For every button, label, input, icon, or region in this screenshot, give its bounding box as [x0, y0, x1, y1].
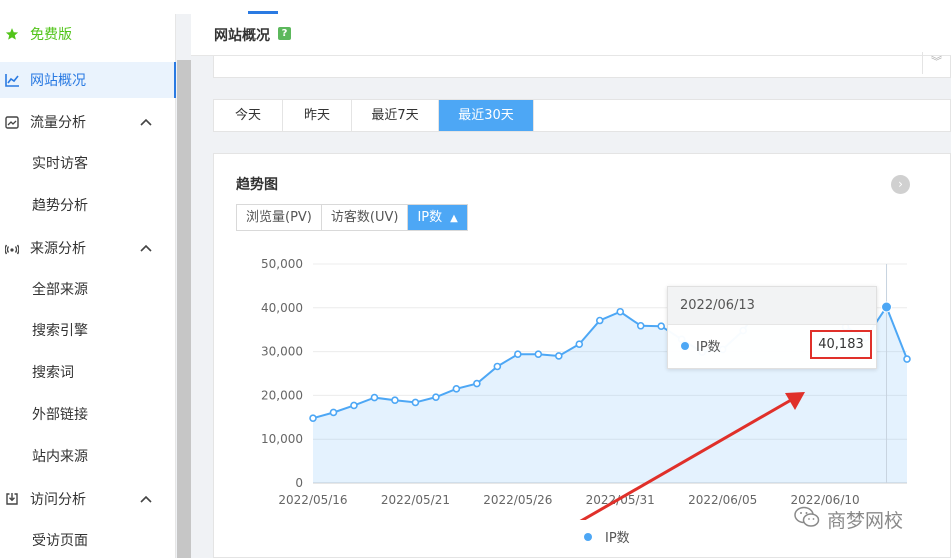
data-point	[391, 396, 399, 405]
x-tick-label: 2022/05/26	[483, 493, 552, 507]
page-title: 网站概况	[214, 28, 270, 44]
sidebar-item-label: 受访页面	[32, 533, 88, 549]
sidebar-item-label: 搜索引擎	[32, 323, 88, 339]
metric-tab-ip[interactable]: IP数 ▲	[408, 205, 467, 230]
page-header: 网站概况 ?	[191, 14, 951, 56]
sidebar-item-visited-pages[interactable]: 受访页面	[0, 522, 176, 558]
sidebar-item-label: 网站概况	[30, 73, 86, 89]
sidebar-item-trend-analysis[interactable]: 趋势分析	[0, 187, 176, 223]
sidebar-item-search-terms[interactable]: 搜索词	[0, 354, 176, 390]
data-point	[329, 408, 338, 417]
data-point	[411, 398, 420, 407]
data-point-highlighted	[881, 301, 893, 313]
data-point	[432, 393, 440, 401]
x-tick-label: 2022/06/05	[688, 493, 757, 507]
sidebar-item-free-edition[interactable]: 免费版	[0, 16, 176, 52]
x-tick-label: 2022/06/10	[790, 493, 859, 507]
sidebar-item-search-engines[interactable]: 搜索引擎	[0, 312, 176, 348]
metric-tab-label: IP数	[417, 210, 443, 225]
metric-tab-uv[interactable]: 访客数(UV)	[322, 205, 409, 230]
y-tick-label: 50,000	[261, 257, 303, 271]
sidebar-item-label: 流量分析	[30, 115, 86, 131]
sidebar-item-source-analysis[interactable]: 来源分析	[0, 230, 176, 266]
sidebar-item-label: 访问分析	[30, 492, 86, 508]
chevron-up-icon	[140, 240, 154, 256]
data-point	[554, 352, 563, 360]
x-tick-label: 2022/05/21	[381, 493, 450, 507]
y-tick-label: 30,000	[261, 345, 303, 359]
data-point	[309, 414, 317, 422]
sidebar-item-label: 趋势分析	[32, 198, 88, 214]
data-point	[473, 379, 481, 388]
metric-tabs: 浏览量(PV) 访客数(UV) IP数 ▲	[236, 204, 468, 231]
tooltip-value-highlight: 40,183	[810, 330, 872, 359]
data-point	[514, 350, 522, 359]
chart-title: 趋势图	[236, 177, 278, 193]
tooltip-series-name: IP数	[696, 340, 721, 355]
sidebar-item-external-links[interactable]: 外部链接	[0, 396, 176, 432]
chevron-up-icon: ▲	[450, 213, 458, 224]
signal-icon	[4, 240, 20, 256]
x-tick-label: 2022/05/16	[278, 493, 347, 507]
sidebar-item-label: 免费版	[30, 27, 72, 43]
sidebar-item-all-sources[interactable]: 全部来源	[0, 271, 176, 307]
tab-last-30-days[interactable]: 最近30天	[439, 100, 534, 131]
tab-yesterday[interactable]: 昨天	[283, 100, 352, 131]
tooltip-row: IP数 40,183	[668, 325, 876, 369]
legend-label: IP数	[605, 531, 630, 546]
y-tick-label: 40,000	[261, 301, 303, 315]
data-point	[616, 307, 625, 316]
data-point	[350, 401, 358, 410]
sidebar-item-label: 外部链接	[32, 407, 88, 423]
sidebar-item-realtime-visitors[interactable]: 实时访客	[0, 145, 176, 181]
star-icon	[4, 26, 20, 42]
y-tick-label: 0	[295, 476, 303, 490]
sidebar-item-internal-sources[interactable]: 站内来源	[0, 438, 176, 474]
y-tick-label: 20,000	[261, 388, 303, 402]
legend-marker	[584, 532, 592, 541]
sidebar-item-label: 实时访客	[32, 156, 88, 172]
data-point	[636, 321, 645, 330]
tab-today[interactable]: 今天	[214, 100, 283, 131]
sidebar-scrollbar[interactable]	[177, 60, 191, 558]
data-point	[493, 362, 502, 371]
series-color-dot	[681, 342, 689, 350]
chevron-up-icon	[140, 491, 154, 507]
chart-legend[interactable]: IP数	[584, 527, 630, 546]
data-point	[452, 385, 461, 393]
sidebar-item-label: 来源分析	[30, 241, 86, 257]
sidebar: 免费版 网站概况 流量分析 实时访客 趋势分析 来源分析 全部来源 搜索引擎 搜…	[0, 14, 176, 558]
help-icon[interactable]: ?	[278, 27, 291, 40]
top-nav-strip	[0, 0, 951, 14]
tab-last-7-days[interactable]: 最近7天	[352, 100, 439, 131]
watermark: 商梦网校	[794, 506, 903, 533]
data-point	[595, 316, 604, 325]
download-icon	[4, 491, 20, 507]
sidebar-item-label: 搜索词	[32, 365, 74, 381]
chevron-right-icon[interactable]: ›	[891, 175, 910, 194]
sidebar-item-visit-analysis[interactable]: 访问分析	[0, 481, 176, 517]
data-point	[534, 350, 543, 359]
line-chart-icon	[4, 72, 20, 88]
date-range-tabs: 今天 昨天 最近7天 最近30天	[213, 99, 951, 132]
chart-tooltip: 2022/06/13 IP数 40,183	[667, 286, 877, 369]
data-point	[657, 322, 666, 330]
data-point	[370, 393, 379, 402]
image-chart-icon	[4, 114, 20, 130]
collapsed-summary-panel: ︾	[213, 52, 951, 78]
sidebar-item-label: 全部来源	[32, 282, 88, 298]
data-point	[903, 355, 911, 363]
sidebar-item-label: 站内来源	[32, 449, 88, 465]
y-tick-label: 10,000	[261, 432, 303, 446]
chevron-double-down-icon[interactable]: ︾	[922, 52, 950, 74]
wechat-icon	[794, 506, 820, 533]
watermark-text: 商梦网校	[827, 510, 904, 532]
sidebar-item-traffic-analysis[interactable]: 流量分析	[0, 104, 176, 140]
sidebar-item-overview[interactable]: 网站概况	[0, 62, 176, 98]
metric-tab-pv[interactable]: 浏览量(PV)	[237, 205, 322, 230]
chevron-up-icon	[140, 114, 154, 130]
tooltip-date: 2022/06/13	[668, 287, 876, 325]
data-point	[575, 340, 584, 348]
